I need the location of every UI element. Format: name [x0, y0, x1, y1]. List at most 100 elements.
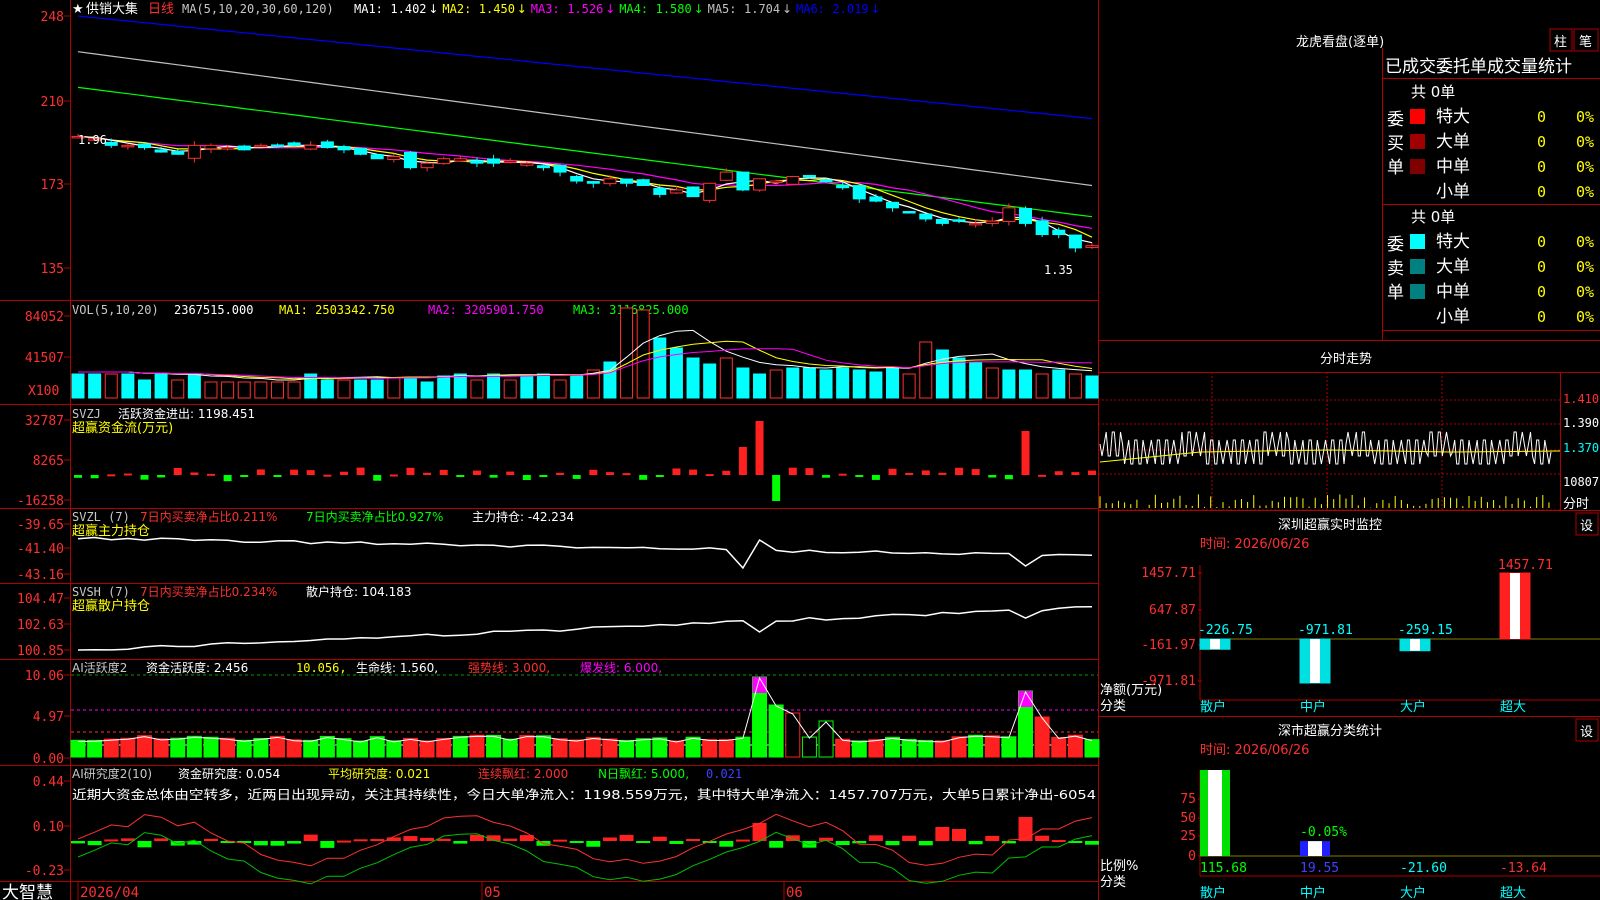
res-bar: [852, 841, 867, 844]
y-tick-label: 41507: [25, 351, 64, 366]
vol-bar: [620, 307, 634, 399]
candle-body: [586, 181, 600, 184]
ai-bar: [153, 738, 169, 758]
vol-bar: [403, 377, 417, 399]
ma-label: MA1:: [354, 2, 383, 16]
order-row-count: 0: [1537, 183, 1546, 201]
candle-body: [237, 145, 251, 151]
vol-bar: [1019, 369, 1033, 399]
ma-arrow: ↓: [605, 2, 615, 16]
candle-body: [852, 185, 866, 200]
ma-label: MA5:: [708, 2, 737, 16]
order-stats-title: 已成交委托单成交量统计: [1385, 57, 1572, 77]
res-bar: [553, 839, 568, 842]
chart-stage[interactable]: ★ 供销大集 日线 MA(5,10,20,30,60,120) MA1: 1.40…: [0, 0, 1600, 900]
y-tick-label: 0.10: [33, 820, 64, 835]
ai-bar: [951, 736, 967, 758]
vol-bar: [1052, 369, 1066, 399]
candle-body: [520, 162, 534, 166]
candle-body: [802, 174, 816, 178]
candle-body: [1068, 234, 1082, 249]
res-bar: [336, 840, 351, 843]
svzj-bar: [639, 475, 648, 480]
vol-header: VOL(5,10,20): [72, 303, 159, 317]
res-bar: [353, 839, 368, 842]
tab-column-label[interactable]: 柱: [1554, 35, 1567, 50]
sz-class-ylabel: 比例%: [1100, 859, 1138, 874]
period-label[interactable]: 日线: [148, 2, 174, 17]
vol-bar: [221, 381, 235, 399]
svzj-bar: [240, 475, 249, 477]
candle-body: [154, 149, 168, 153]
candle-body: [354, 147, 368, 155]
res-bar: [686, 838, 701, 841]
order-row-pct: 0%: [1576, 258, 1594, 276]
order-row-label: 中单: [1436, 157, 1470, 177]
sz-monitor-ytick: -161.97: [1141, 638, 1196, 653]
sz-monitor-ytick: -971.81: [1141, 674, 1196, 689]
ai-label4: 强势线: 3.000,: [468, 661, 550, 675]
side-char: 单: [1387, 158, 1404, 178]
ma-line: [77, 15, 1093, 120]
ai-bar: [136, 735, 152, 758]
svzj-bar: [406, 467, 415, 475]
vol-bar: [104, 373, 118, 399]
sz-monitor-set-label[interactable]: 设: [1580, 519, 1593, 534]
ma-arrow: ↓: [428, 2, 438, 16]
ai-bar: [419, 740, 435, 758]
y-tick-label: 32787: [25, 414, 64, 429]
vol-bar: [287, 381, 301, 399]
vol-bar: [137, 379, 151, 399]
y-tick-label: -39.65: [17, 518, 64, 533]
sz-class-chart: 75 50 25 0 -0.05% 115.68 散户 19.55 中户 -21.60 大户 -13.…: [1180, 770, 1600, 900]
sz-monitor-value: -971.81: [1298, 623, 1353, 638]
y-tick-label: -43.16: [17, 568, 64, 583]
side-char: 买: [1387, 134, 1404, 154]
order-row-count: 0: [1537, 308, 1546, 326]
vol-bar: [553, 379, 567, 399]
svzj-bar: [107, 474, 116, 477]
sell-header: 共 0单: [1411, 208, 1455, 226]
svzj-bar: [572, 475, 581, 479]
svzj-bar: [556, 472, 565, 475]
ma-lines: [77, 15, 1093, 244]
svzj-bar: [655, 475, 664, 477]
res-y-axis: 0.44 0.10 -0.23: [25, 775, 71, 879]
ma-arrow: ↓: [782, 2, 792, 16]
ai-label2: 10.056,: [296, 661, 347, 675]
ai-name: AI活跃度2: [72, 660, 127, 675]
vol-bar: [187, 373, 201, 399]
ai-bar: [486, 734, 502, 758]
svzj-bar: [223, 475, 232, 482]
vol-bar: [836, 367, 850, 399]
brand-label: 大智慧: [2, 883, 53, 900]
sz-class-value: -21.60: [1400, 861, 1447, 876]
candle-body: [636, 179, 650, 186]
ai-bar: [619, 739, 635, 758]
ai-bar: [186, 735, 202, 758]
tab-tick-label[interactable]: 笔: [1579, 34, 1592, 50]
res-bar: [902, 835, 917, 841]
order-color-swatch: [1410, 184, 1425, 199]
stock-name: 供销大集: [86, 1, 138, 17]
order-color-swatch: [1410, 234, 1425, 249]
x-axis-label: 2026/04: [80, 885, 139, 900]
candle-body: [553, 165, 567, 173]
ai-bar: [735, 736, 751, 758]
svzj-bar: [788, 467, 797, 475]
ma-arrow: ↓: [870, 2, 880, 16]
y-tick-label: -16258: [17, 494, 64, 509]
res-bar: [985, 835, 1000, 841]
candle-body: [919, 213, 933, 220]
svzj-bar: [1038, 474, 1047, 477]
y-tick-label: 8265: [33, 454, 64, 469]
ai-bar: [203, 736, 219, 758]
res-bar: [1001, 841, 1016, 844]
ai-bar: [1034, 716, 1050, 758]
candle-body: [453, 158, 467, 162]
vol-bar: [470, 379, 484, 399]
vol-bar: [536, 373, 550, 399]
res-bar: [1085, 841, 1099, 845]
sz-class-set-label[interactable]: 设: [1580, 725, 1593, 740]
y-tick-label: -41.40: [17, 542, 64, 557]
